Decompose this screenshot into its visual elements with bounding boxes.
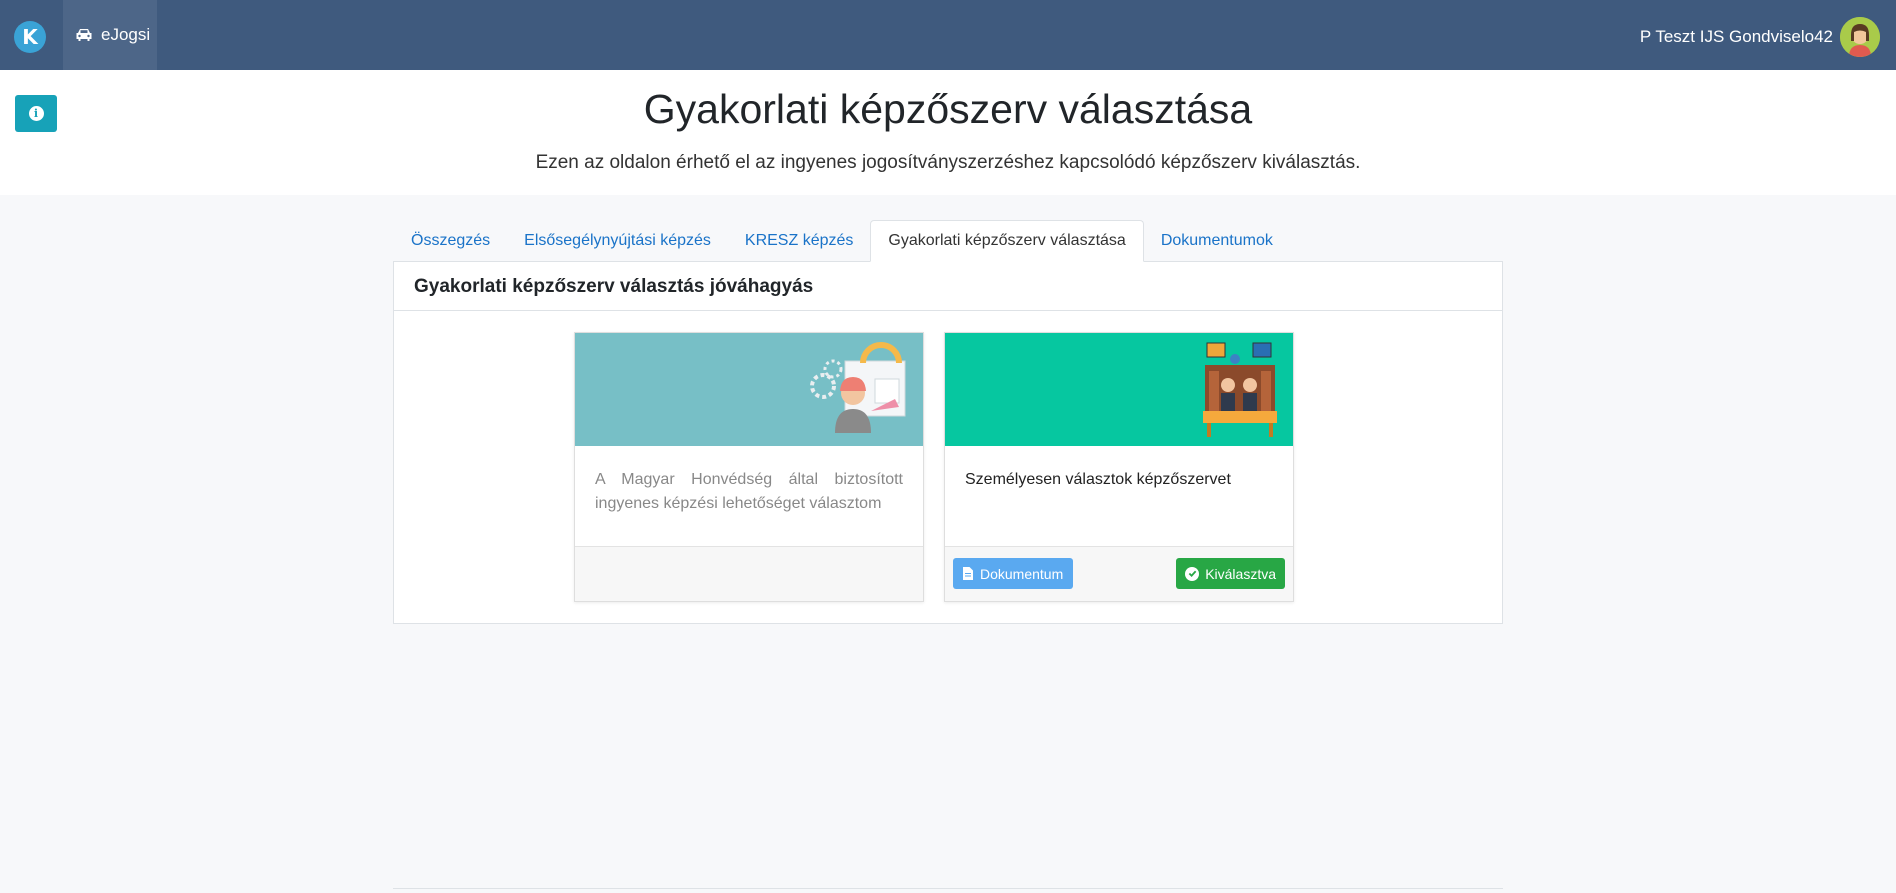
check-circle-icon <box>1185 566 1200 581</box>
tab-bar: Összegzés Elsősegélynyújtási képzés KRES… <box>394 220 1290 262</box>
option-text: Személyesen választok képzőszervet <box>965 471 1231 488</box>
page-title: Gyakorlati képzőszerv választása <box>643 86 1253 132</box>
tab-osszegzes[interactable]: Összegzés <box>394 220 507 262</box>
nav-item-label: eJogsi <box>101 25 151 44</box>
nav-item-ejogsi[interactable]: eJogsi <box>63 0 157 70</box>
tab-gyakorlati[interactable]: Gyakorlati képzőszerv választása <box>870 220 1144 262</box>
option-text: A Magyar Honvédség által biztosított ing… <box>595 471 903 512</box>
user-name[interactable]: P Teszt IJS Gondviselo42 <box>1640 27 1833 47</box>
document-button[interactable]: Dokumentum <box>953 558 1074 589</box>
page-subtitle: Ezen az oldalon érhető el az ingyenes jo… <box>535 152 1361 173</box>
selected-button-label: Kiválasztva <box>1205 565 1276 582</box>
office-meeting-illustration <box>945 333 1293 446</box>
document-button-label: Dokumentum <box>980 565 1064 582</box>
top-navbar: K eJogsi P Teszt IJS Gondviselo42 <box>0 0 1896 70</box>
tab-elsosegely[interactable]: Elsősegélynyújtási képzés <box>507 220 728 262</box>
car-icon <box>76 29 92 41</box>
option-footer: Dokumentum Kiválasztva <box>945 546 1293 601</box>
option-footer <box>575 546 923 601</box>
option-card-honvedseg[interactable]: A Magyar Honvédség által biztosított ing… <box>574 332 924 602</box>
app-logo-icon[interactable]: K <box>14 21 46 53</box>
option-card-szemelyes[interactable]: Személyesen választok képzőszervet Dokum… <box>944 332 1294 602</box>
selected-button[interactable]: Kiválasztva <box>1176 558 1285 589</box>
tab-dokumentumok[interactable]: Dokumentumok <box>1144 220 1290 262</box>
page-header: i Gyakorlati képzőszerv választása Ezen … <box>0 70 1896 195</box>
file-icon <box>963 567 973 580</box>
footer-divider <box>393 888 1503 889</box>
user-avatar-icon[interactable] <box>1840 17 1880 57</box>
tab-kresz[interactable]: KRESZ képzés <box>728 220 870 262</box>
selection-panel: Gyakorlati képzőszerv választás jóváhagy… <box>393 261 1503 624</box>
panel-title: Gyakorlati képzőszerv választás jóváhagy… <box>394 262 1502 311</box>
engineer-gears-illustration <box>575 333 923 446</box>
